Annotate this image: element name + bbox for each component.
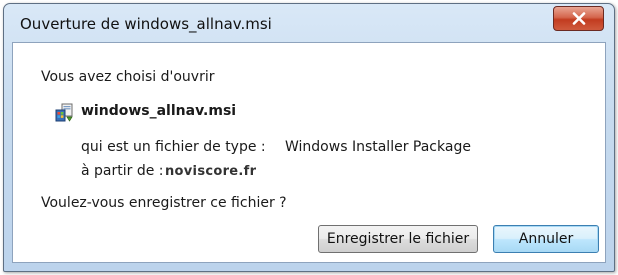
file-name: windows_allnav.msi [81, 103, 237, 119]
file-type-value: Windows Installer Package [285, 139, 471, 155]
close-button[interactable] [553, 6, 604, 31]
msi-installer-icon [55, 103, 73, 122]
window-title: Ouverture de windows_allnav.msi [20, 15, 272, 33]
close-icon [572, 12, 585, 25]
dialog-content: Vous avez choisi d'ouvrir windows_allnav… [12, 42, 606, 263]
open-prompt-text: Vous avez choisi d'ouvrir [41, 69, 215, 85]
save-question-text: Voulez-vous enregistrer ce fichier ? [41, 195, 287, 211]
file-type-label: qui est un fichier de type : [81, 139, 266, 155]
source-domain: noviscore.fr [165, 164, 257, 179]
cancel-button[interactable]: Annuler [493, 225, 599, 253]
source-label: à partir de : [81, 163, 164, 179]
title-bar[interactable]: Ouverture de windows_allnav.msi [4, 4, 614, 42]
save-file-button[interactable]: Enregistrer le fichier [318, 225, 478, 253]
download-dialog-window: Ouverture de windows_allnav.msi Vous ave… [3, 3, 615, 272]
